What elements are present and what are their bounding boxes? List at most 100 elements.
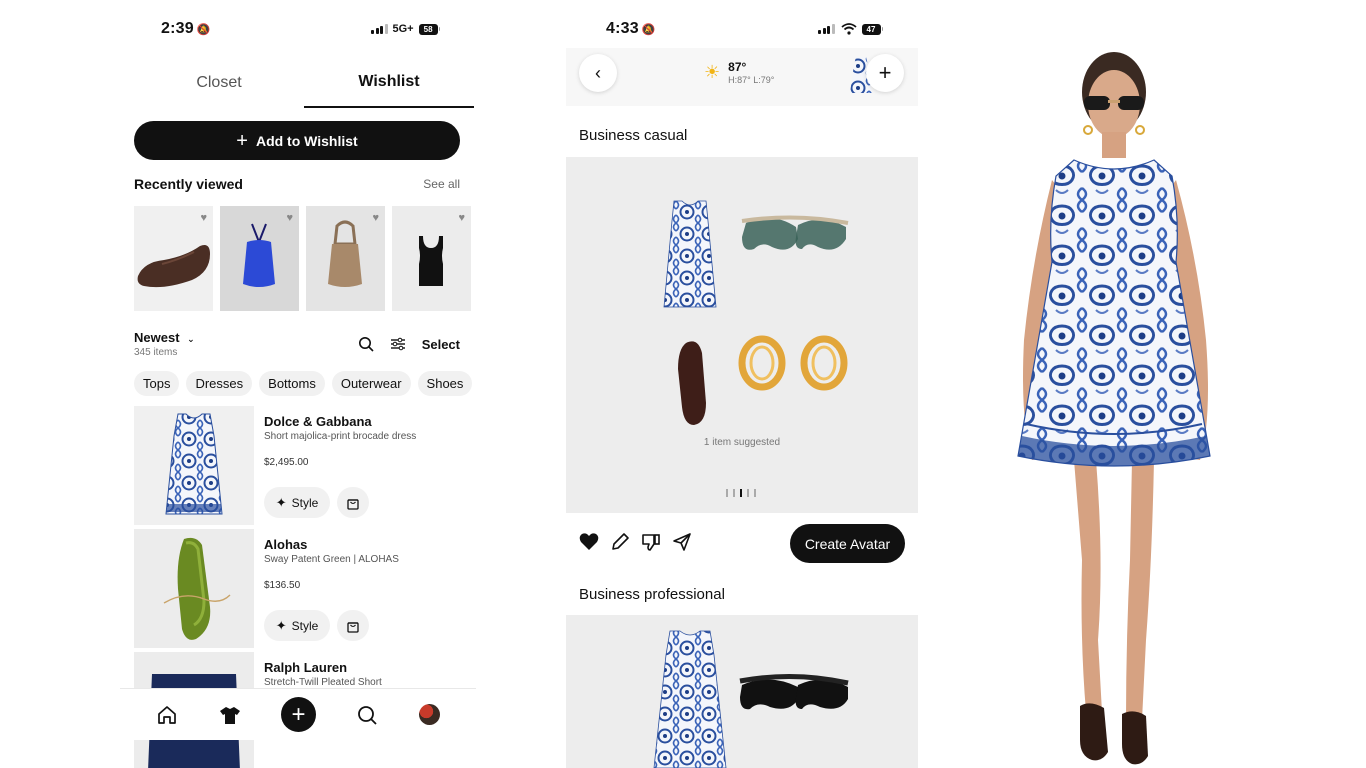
- item-thumbnail: [134, 406, 254, 525]
- battery-tip-icon: [438, 27, 441, 31]
- sort-tools: Select: [358, 336, 460, 352]
- add-button[interactable]: +: [280, 697, 316, 732]
- silent-bell-icon: 🔕: [196, 23, 211, 36]
- sun-icon: ☀: [704, 62, 721, 82]
- status-bar-right: 5G+ 58: [371, 18, 441, 40]
- heart-icon[interactable]: ♥: [458, 212, 465, 224]
- recently-viewed-title: Recently viewed: [134, 176, 243, 192]
- recently-viewed-header: Recently viewed See all: [134, 176, 460, 192]
- add-to-wishlist-button[interactable]: + Add to Wishlist: [134, 121, 460, 160]
- plus-icon: +: [236, 129, 248, 152]
- recent-item-tan-top[interactable]: ♥: [306, 206, 385, 311]
- profile-avatar[interactable]: [418, 704, 440, 725]
- item-brand: Ralph Lauren: [264, 660, 348, 675]
- shopping-bag-icon: [347, 621, 359, 633]
- shopping-bag-button[interactable]: [337, 610, 369, 641]
- battery-icon: 47: [861, 23, 881, 35]
- tab-wishlist[interactable]: Wishlist: [304, 58, 474, 108]
- chevron-left-icon: ‹: [595, 62, 601, 83]
- status-bar-left: 2:39 🔕: [161, 18, 211, 40]
- shopping-bag-icon: [347, 498, 359, 510]
- style-label: Style: [291, 618, 319, 633]
- item-description: Short majolica-print brocade dress: [264, 431, 417, 442]
- category-chips: Tops Dresses Bottoms Outerwear Shoes: [134, 371, 476, 396]
- style-label: Style: [291, 495, 319, 510]
- outfit-screen: 4:33 🔕 47 ‹ ☀ 87° H:87° L:79° + Business…: [566, 0, 918, 768]
- signal-icon: [818, 24, 835, 34]
- chip-shoes[interactable]: Shoes: [417, 371, 473, 396]
- item-description: Sway Patent Green | ALOHAS: [264, 554, 399, 565]
- see-all-link[interactable]: See all: [423, 177, 460, 191]
- outfit-card[interactable]: 1 item suggested: [566, 157, 918, 513]
- select-button[interactable]: Select: [422, 337, 460, 352]
- closet-shirt-icon[interactable]: [219, 704, 241, 726]
- outfit-card[interactable]: [566, 615, 918, 768]
- sort-label: Newest: [134, 330, 180, 345]
- back-button[interactable]: ‹: [579, 54, 617, 92]
- thumbs-down-icon[interactable]: [641, 532, 661, 552]
- sort-filter-row: Newest ⌄ 345 items Select: [134, 330, 460, 364]
- chip-outerwear[interactable]: Outerwear: [331, 371, 411, 396]
- sparkle-icon: ✦: [275, 494, 287, 510]
- outfit-collage: [653, 630, 849, 768]
- recent-item-blue-top[interactable]: ♥: [220, 206, 299, 311]
- search-icon[interactable]: [356, 704, 378, 726]
- plus-icon: +: [878, 60, 892, 85]
- list-item[interactable]: Dolce & Gabbana Short majolica-print bro…: [134, 406, 474, 525]
- search-icon[interactable]: [358, 336, 374, 352]
- heart-icon[interactable]: ♥: [372, 212, 379, 224]
- style-button[interactable]: ✦ Style: [264, 610, 330, 641]
- home-icon[interactable]: [156, 704, 178, 726]
- item-thumbnail: [134, 529, 254, 648]
- occasion-title: Business casual: [579, 127, 688, 144]
- shopping-bag-button[interactable]: [337, 487, 369, 518]
- weather-widget: ☀ 87° H:87° L:79°: [704, 60, 774, 85]
- chip-tops[interactable]: Tops: [134, 371, 180, 396]
- suggestion-note: 1 item suggested: [703, 437, 781, 448]
- dress-image: [165, 413, 223, 515]
- item-description: Stretch-Twill Pleated Short: [264, 677, 382, 688]
- action-icons: [579, 532, 692, 552]
- share-send-icon[interactable]: [672, 532, 692, 552]
- sparkle-icon: ✦: [275, 617, 287, 633]
- filter-sliders-icon[interactable]: [390, 336, 406, 352]
- recent-item-black-tank[interactable]: ♥: [392, 206, 471, 311]
- heart-icon[interactable]: [579, 532, 599, 552]
- status-bar-left: 4:33 🔕: [606, 18, 656, 40]
- list-item[interactable]: Alohas Sway Patent Green | ALOHAS $136.5…: [134, 529, 474, 648]
- tab-closet[interactable]: Closet: [134, 58, 304, 108]
- signal-icon: [371, 24, 388, 34]
- network-label: 5G+: [392, 23, 414, 35]
- recently-viewed-list: ♥ ♥ ♥ ♥: [134, 206, 471, 311]
- chip-dresses[interactable]: Dresses: [186, 371, 253, 396]
- plus-icon: +: [291, 700, 306, 728]
- chip-bottoms[interactable]: Bottoms: [259, 371, 325, 396]
- product-model-photo: [962, 0, 1366, 768]
- add-to-wishlist-label: Add to Wishlist: [255, 132, 358, 149]
- closet-wishlist-tabs: Closet Wishlist: [134, 58, 474, 108]
- outfit-actions: Create Avatar: [579, 524, 905, 563]
- battery-icon: 58: [418, 23, 438, 35]
- wishlist-screen: 2:39 🔕 5G+ 58 Closet Wishlist + Add to W…: [120, 0, 476, 768]
- item-price: $136.50: [264, 580, 301, 591]
- green-shoe-image: [163, 537, 231, 640]
- style-button[interactable]: ✦ Style: [264, 487, 330, 518]
- heart-icon[interactable]: ♥: [286, 212, 293, 224]
- status-bar-right: 47: [818, 18, 883, 40]
- silent-bell-icon: 🔕: [641, 23, 656, 36]
- status-time: 4:33: [606, 20, 639, 37]
- weather-temp: 87°: [728, 60, 747, 74]
- item-brand: Alohas: [264, 537, 308, 552]
- add-outfit-button[interactable]: +: [866, 54, 904, 92]
- item-brand: Dolce & Gabbana: [264, 414, 372, 429]
- edit-pencil-icon[interactable]: [610, 532, 630, 552]
- occasion-title: Business professional: [579, 586, 725, 603]
- heart-icon[interactable]: ♥: [200, 212, 207, 224]
- bottom-nav: +: [120, 688, 476, 740]
- recent-item-shoe[interactable]: ♥: [134, 206, 213, 311]
- outfit-collage: [644, 189, 849, 425]
- create-avatar-button[interactable]: Create Avatar: [790, 524, 905, 563]
- carousel-dots[interactable]: [726, 489, 756, 497]
- chevron-down-icon: ⌄: [187, 334, 195, 344]
- battery-tip-icon: [881, 27, 883, 31]
